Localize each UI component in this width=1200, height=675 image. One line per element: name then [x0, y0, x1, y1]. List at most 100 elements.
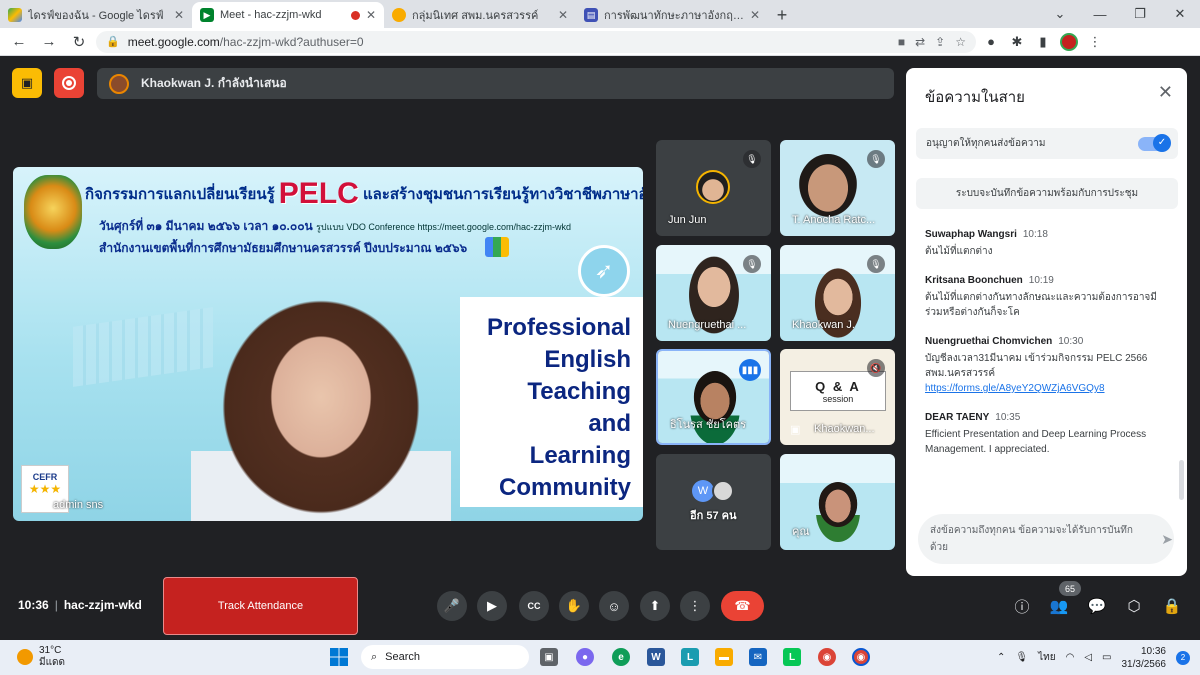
line-icon[interactable]: L [783, 648, 801, 666]
people-icon[interactable]: 👥 [1048, 595, 1070, 617]
windows-start-icon[interactable] [330, 648, 348, 666]
wifi-icon[interactable]: ◠ [1066, 652, 1075, 663]
presentation-toggle-icon[interactable]: ▣ [12, 68, 42, 98]
translate-icon[interactable]: ⇄ [915, 35, 925, 49]
side-panel-icon[interactable]: ▮ [1032, 31, 1054, 53]
slide-date-line: วันศุกร์ที่ ๓๑ มีนาคม ๒๕๖๖ เวลา ๑๐.๐๐น ร… [99, 219, 571, 233]
extension-icon[interactable]: ● [980, 31, 1002, 53]
tab-supervision-group[interactable]: กลุ่มนิเทศ สพม.นครสวรรค์ ✕ [384, 2, 576, 28]
tab-meet[interactable]: ▶ Meet - hac-zzjm-wkd ✕ [192, 2, 384, 28]
participant-tile-speaking[interactable]: ▮▮▮ ธิโนรส ชัยโคตร [656, 349, 771, 445]
self-video [816, 482, 860, 542]
chat-input[interactable]: ส่งข้อความถึงทุกคน ข้อความจะได้รับการบัน… [918, 514, 1174, 564]
reactions-icon[interactable]: ☺ [599, 591, 629, 621]
bookmark-star-icon[interactable]: ☆ [955, 35, 966, 49]
task-view-icon[interactable]: ▣ [540, 648, 558, 666]
close-tab-icon[interactable]: ✕ [366, 8, 376, 22]
edge-icon[interactable]: e [612, 648, 630, 666]
close-chat-icon[interactable]: ✕ [1158, 82, 1173, 103]
pin-icon: ▣ [790, 424, 801, 436]
participant-tile[interactable]: 🎙 Khaokwan J. [780, 245, 895, 341]
allow-messages-toggle[interactable] [1138, 133, 1171, 152]
pelc-full-name: Professional English Teaching and Learni… [486, 314, 631, 501]
language-indicator[interactable]: ไทย [1038, 650, 1055, 665]
tab-search-icon[interactable]: ⌄ [1040, 0, 1080, 28]
word-icon[interactable]: W [647, 648, 665, 666]
chat-panel: ข้อความในสาย ✕ อนุญาตให้ทุกคนส่งข้อความ … [906, 68, 1187, 576]
sun-icon [17, 649, 33, 665]
search-icon: ⌕ [371, 650, 378, 663]
activities-icon[interactable]: ⬡ [1123, 595, 1145, 617]
share-icon[interactable]: ⇪ [935, 35, 945, 49]
close-tab-icon[interactable]: ✕ [558, 8, 568, 22]
chat-scrollbar[interactable] [1179, 460, 1184, 500]
address-bar[interactable]: 🔒 meet.google.com/hac-zzjm-wkd?authuser=… [96, 30, 976, 53]
muted-mic-icon: 🎙 [743, 150, 761, 168]
chat-message: Nuengruethai Chomvichen 10:30 บัญชีลงเวลา… [925, 336, 1165, 396]
qa-slide: Q & A session [790, 371, 886, 411]
volume-icon[interactable]: ◁ [1084, 652, 1092, 663]
meeting-details-icon[interactable]: ⓘ [1011, 595, 1033, 617]
participant-avatar [712, 480, 734, 502]
reload-icon[interactable]: ↻ [66, 30, 92, 54]
more-participants-tile[interactable]: W อีก 57 คน [656, 454, 771, 550]
tab-google-drive[interactable]: ไดรฟ์ของฉัน - Google ไดรฟ์ ✕ [0, 2, 192, 28]
puzzle-icon[interactable]: ✱ [1006, 31, 1028, 53]
participant-tile[interactable]: Q & A session 🔇 Khaokwan... ▣ [780, 349, 895, 445]
lock-icon[interactable]: 🔒 [106, 35, 120, 48]
host-controls-icon[interactable]: 🔒 [1161, 595, 1183, 617]
captions-icon[interactable]: CC [519, 591, 549, 621]
teams-chat-icon[interactable]: ● [576, 648, 594, 666]
self-tile[interactable]: คุณ [780, 454, 895, 550]
back-icon[interactable]: ← [6, 30, 32, 54]
close-tab-icon[interactable]: ✕ [750, 8, 760, 22]
forward-icon[interactable]: → [36, 30, 62, 54]
participant-count-badge: 65 [1059, 581, 1081, 596]
minimize-icon[interactable]: — [1080, 0, 1120, 28]
profile-avatar[interactable] [1058, 31, 1080, 53]
chrome-icon[interactable]: ◉ [818, 648, 836, 666]
chrome-active-icon[interactable]: ◉ [852, 648, 870, 666]
menu-dots-icon[interactable]: ⋮ [1084, 31, 1106, 53]
close-window-icon[interactable]: ✕ [1160, 0, 1200, 28]
slide-title: กิจกรรมการแลกเปลี่ยนเรียนรู้ PELC และสร้… [85, 177, 643, 210]
battery-icon[interactable]: ▭ [1102, 652, 1111, 663]
presenting-banner: Khaokwan J. กำลังนำเสนอ [97, 68, 894, 99]
recording-icon[interactable] [54, 68, 84, 98]
show-hidden-icons[interactable]: ⌃ [997, 652, 1005, 663]
rocket-icon: ➶ [578, 245, 630, 297]
google-meet-logo-icon [485, 237, 509, 257]
taskbar-search[interactable]: ⌕ Search [361, 645, 529, 669]
camera-icon[interactable]: ■ [898, 35, 905, 49]
participant-tile[interactable]: 🎙 T. Anocha Ratc... [780, 140, 895, 236]
leave-call-button[interactable]: ☎ [721, 591, 764, 621]
url-host: meet.google.com [127, 34, 220, 49]
camera-toggle-icon[interactable]: ▶ [477, 591, 507, 621]
url-path: /hac-zzjm-wkd?authuser=0 [219, 34, 364, 49]
taskbar-clock[interactable]: 10:36 31/3/2566 [1122, 645, 1167, 671]
muted-mic-icon: 🔇 [867, 359, 885, 377]
chat-icon[interactable]: 💬 [1086, 595, 1108, 617]
app-l-icon[interactable]: L [681, 648, 699, 666]
muted-mic-icon: 🎙 [867, 150, 885, 168]
file-explorer-icon[interactable]: ▬ [715, 648, 733, 666]
present-screen-icon[interactable]: ⬆ [640, 591, 670, 621]
notification-badge[interactable]: 2 [1176, 650, 1190, 665]
participant-tile[interactable]: 🎙 Nuengruethai ... [656, 245, 771, 341]
track-attendance-button[interactable]: Track Attendance [163, 577, 358, 635]
mic-tray-icon[interactable]: 🎙 [1015, 652, 1028, 663]
weather-widget[interactable]: 31°C มีแดด [17, 645, 65, 669]
system-tray: ⌃ 🎙 ไทย ◠ ◁ ▭ 10:36 31/3/2566 2 [997, 640, 1200, 675]
close-tab-icon[interactable]: ✕ [174, 8, 184, 22]
meet-area: ▣ Khaokwan J. กำลังนำเสนอ กิจกรรมการแลกเ… [0, 57, 1200, 640]
form-link[interactable]: https://forms.gle/A8yeY2QWZjA6VGQy8 [925, 381, 1165, 396]
participant-tile[interactable]: 🎙 Jun Jun [656, 140, 771, 236]
mail-icon[interactable]: ✉ [749, 648, 767, 666]
raise-hand-icon[interactable]: ✋ [559, 591, 589, 621]
send-icon[interactable]: ➤ [1161, 531, 1173, 548]
restore-icon[interactable]: ❐ [1120, 0, 1160, 28]
more-options-icon[interactable]: ⋮ [680, 591, 710, 621]
new-tab-button[interactable]: + [768, 2, 796, 28]
microphone-icon[interactable]: 🎤 [437, 591, 467, 621]
tab-english-skills[interactable]: ▤ การพัฒนาทักษะภาษาอังกฤษ English ✕ [576, 2, 768, 28]
